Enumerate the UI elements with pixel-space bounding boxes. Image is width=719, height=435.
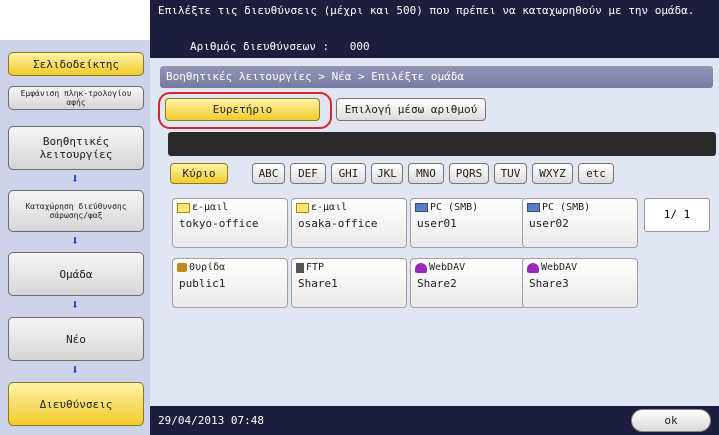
destination-type: WebDAV xyxy=(429,262,466,273)
webdav-icon xyxy=(527,262,539,273)
tab-select-by-number[interactable]: Επιλογή μέσω αριθμού xyxy=(336,98,486,121)
arrow-down-icon: ⬇ xyxy=(71,363,79,378)
destination-card[interactable]: WebDAV Share2 xyxy=(410,258,526,308)
destination-name: Share1 xyxy=(298,277,338,290)
index-key-tuv[interactable]: TUV xyxy=(494,163,527,184)
page-indicator: 1/ 1 xyxy=(644,198,710,232)
copier-screen: Επιλέξτε τις διευθύνσεις (μέχρι και 500)… xyxy=(0,0,719,435)
search-display[interactable] xyxy=(168,132,716,156)
step-addresses[interactable]: Διευθύνσεις xyxy=(8,382,144,426)
index-key-main[interactable]: Κύριο xyxy=(170,163,228,184)
destination-type: FTP xyxy=(306,262,325,273)
ok-button[interactable]: ok xyxy=(631,409,711,432)
destination-name: user02 xyxy=(529,217,569,230)
destination-card[interactable]: PC (SMB) user01 xyxy=(410,198,526,248)
arrow-down-icon: ⬇ xyxy=(71,234,79,249)
index-key-wxyz[interactable]: WXYZ xyxy=(532,163,573,184)
step-new[interactable]: Νέο xyxy=(8,317,144,361)
bookmark-button[interactable]: Σελιδοδείκτης xyxy=(8,52,144,76)
destination-card[interactable]: PC (SMB) user02 xyxy=(522,198,638,248)
destination-type: Θυρίδα xyxy=(189,262,226,273)
destination-type: ε-μαιl xyxy=(311,202,348,213)
address-count-label: Αριθμός διευθύνσεων : xyxy=(190,40,330,53)
webdav-icon xyxy=(415,262,427,273)
destination-name: user01 xyxy=(417,217,457,230)
index-key-jkl[interactable]: JKL xyxy=(371,163,403,184)
destination-name: public1 xyxy=(179,277,226,290)
step-utility[interactable]: Βοηθητικές λειτουργίες xyxy=(8,126,144,170)
index-key-abc[interactable]: ABC xyxy=(252,163,285,184)
destination-card[interactable]: WebDAV Share3 xyxy=(522,258,638,308)
destination-type: ε-μαιl xyxy=(192,202,229,213)
address-count: Αριθμός διευθύνσεων : 000 xyxy=(190,40,370,53)
box-icon xyxy=(177,263,187,272)
index-key-ghi[interactable]: GHI xyxy=(331,163,366,184)
destination-type: WebDAV xyxy=(541,262,578,273)
step-scan-fax-registration[interactable]: Καταχώρηση διεύθυνσης σάρωσης/φαξ xyxy=(8,190,144,232)
destination-card[interactable]: ε-μαιl osaka-office xyxy=(291,198,407,248)
instruction-message: Επιλέξτε τις διευθύνσεις (μέχρι και 500)… xyxy=(158,4,695,17)
destination-card[interactable]: FTP Share1 xyxy=(291,258,407,308)
arrow-down-icon: ⬇ xyxy=(71,298,79,313)
index-key-etc[interactable]: etc xyxy=(578,163,614,184)
main-panel: Βοηθητικές λειτουργίες > Νέα > Επιλέξτε … xyxy=(150,58,719,406)
ftp-icon xyxy=(296,262,304,273)
destination-name: tokyo-office xyxy=(179,217,259,230)
index-key-def[interactable]: DEF xyxy=(290,163,326,184)
message-bar: Επιλέξτε τις διευθύνσεις (μέχρι και 500)… xyxy=(150,0,719,58)
step-group[interactable]: Ομάδα xyxy=(8,252,144,296)
index-key-pqrs[interactable]: PQRS xyxy=(449,163,489,184)
destination-name: Share2 xyxy=(417,277,457,290)
status-bar: 29/04/2013 07:48 ok xyxy=(150,406,719,435)
datetime: 29/04/2013 07:48 xyxy=(158,414,264,427)
destination-name: Share3 xyxy=(529,277,569,290)
sidebar: Σελιδοδείκτης Εμφάνιση πληκ-τρολογίου αφ… xyxy=(0,40,150,435)
destination-type: PC (SMB) xyxy=(430,202,479,213)
show-keypad-button[interactable]: Εμφάνιση πληκ-τρολογίου αφής xyxy=(8,86,144,110)
mail-icon xyxy=(177,202,190,213)
index-key-mno[interactable]: MNO xyxy=(408,163,444,184)
address-count-value: 000 xyxy=(349,40,370,53)
destination-name: osaka-office xyxy=(298,217,378,230)
breadcrumb: Βοηθητικές λειτουργίες > Νέα > Επιλέξτε … xyxy=(160,66,713,88)
destination-card[interactable]: ε-μαιl tokyo-office xyxy=(172,198,288,248)
destination-type: PC (SMB) xyxy=(542,202,591,213)
tab-index[interactable]: Ευρετήριο xyxy=(165,98,320,121)
destination-card[interactable]: Θυρίδα public1 xyxy=(172,258,288,308)
mail-icon xyxy=(296,202,309,213)
arrow-down-icon: ⬇ xyxy=(71,172,79,187)
pc-icon xyxy=(527,203,540,212)
pc-icon xyxy=(415,203,428,212)
